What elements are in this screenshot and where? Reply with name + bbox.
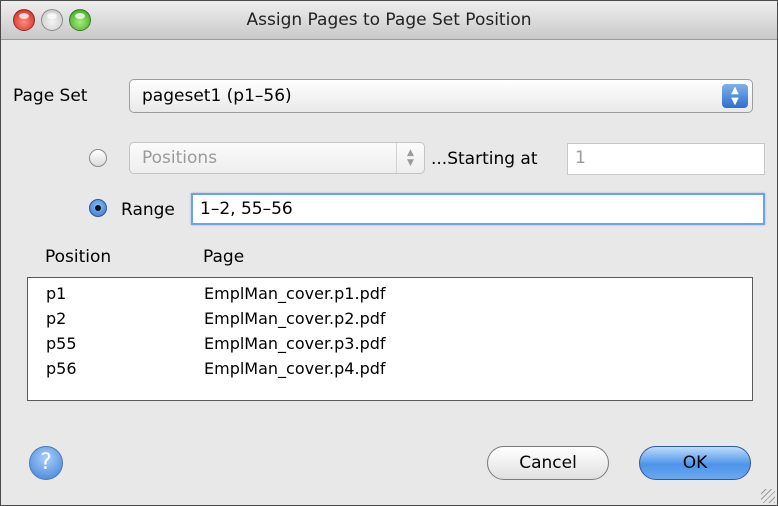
column-header-position: Position: [45, 247, 112, 267]
positions-select-value: Positions: [142, 148, 218, 168]
range-input[interactable]: 1–2, 55–56: [191, 193, 765, 225]
page-cell: EmplMan_cover.p2.pdf: [204, 309, 386, 328]
window-title: Assign Pages to Page Set Position: [246, 10, 532, 30]
page-cell: EmplMan_cover.p3.pdf: [204, 334, 386, 353]
range-label: Range: [121, 200, 175, 220]
resize-grip-icon[interactable]: [761, 489, 775, 503]
table-row[interactable]: p55 EmplMan_cover.p3.pdf: [28, 332, 752, 357]
title-bar[interactable]: Assign Pages to Page Set Position: [1, 1, 777, 40]
positions-radio[interactable]: [89, 149, 107, 167]
table-row[interactable]: p1 EmplMan_cover.p1.pdf: [28, 282, 752, 307]
select-arrows-icon: ▲ ▼: [396, 143, 424, 173]
table-row[interactable]: p56 EmplMan_cover.p4.pdf: [28, 357, 752, 382]
page-assignment-table[interactable]: p1 EmplMan_cover.p1.pdf p2 EmplMan_cover…: [27, 277, 753, 401]
page-set-select[interactable]: pageset1 (p1–56) ▲ ▼: [129, 79, 753, 113]
position-cell: p1: [46, 284, 67, 303]
column-header-page: Page: [203, 247, 245, 267]
help-icon[interactable]: ?: [29, 446, 63, 480]
page-cell: EmplMan_cover.p1.pdf: [204, 284, 386, 303]
range-radio[interactable]: [89, 199, 107, 217]
table-row[interactable]: p2 EmplMan_cover.p2.pdf: [28, 307, 752, 332]
position-cell: p56: [46, 359, 77, 378]
starting-at-label: ...Starting at: [431, 149, 538, 169]
position-cell: p55: [46, 334, 77, 353]
position-cell: p2: [46, 309, 67, 328]
page-set-value: pageset1 (p1–56): [142, 86, 292, 106]
cancel-button[interactable]: Cancel: [487, 446, 609, 480]
ok-button[interactable]: OK: [639, 446, 751, 480]
select-arrows-icon: ▲ ▼: [722, 84, 748, 108]
starting-at-input[interactable]: 1: [567, 143, 765, 175]
dialog-window: Assign Pages to Page Set Position Page S…: [0, 0, 778, 506]
page-cell: EmplMan_cover.p4.pdf: [204, 359, 386, 378]
page-set-label: Page Set: [13, 86, 88, 106]
positions-select[interactable]: Positions ▲ ▼: [129, 142, 425, 174]
